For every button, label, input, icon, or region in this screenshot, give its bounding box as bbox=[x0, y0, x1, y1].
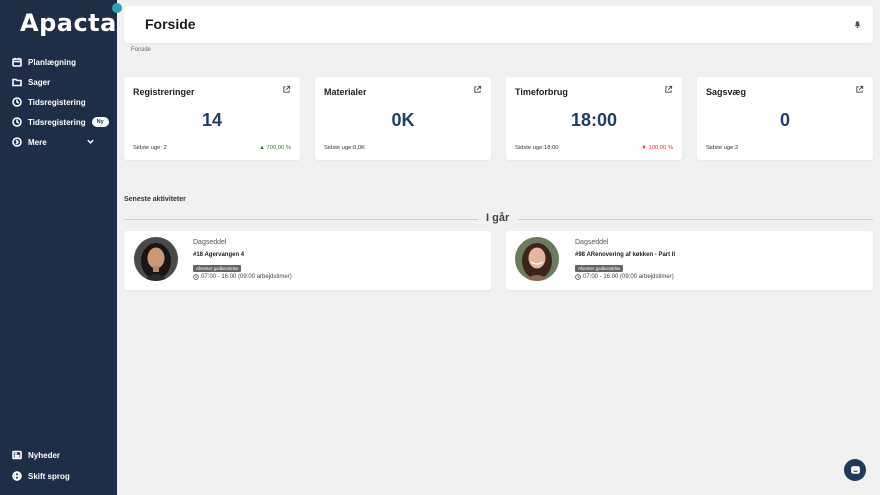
activity-time: 07:00 - 16:00 (09:00 arbejdstimer) bbox=[575, 274, 674, 280]
divider bbox=[124, 219, 478, 220]
newspaper-icon bbox=[12, 450, 22, 460]
card-value: 0K bbox=[391, 110, 415, 130]
sidebar-item-sager[interactable]: Sager bbox=[12, 74, 50, 90]
page-title: Forside bbox=[145, 16, 196, 32]
clock-icon bbox=[575, 274, 581, 280]
clock-icon bbox=[193, 274, 199, 280]
card-value: 14 bbox=[201, 110, 223, 130]
clock-icon bbox=[12, 97, 22, 107]
card-footer: Sidste uge:2 bbox=[706, 145, 739, 151]
avatar bbox=[515, 237, 559, 281]
activity-time-text: 07:00 - 16:00 (09:00 arbejdstimer) bbox=[583, 274, 674, 280]
sidebar-item-label: Nyheder bbox=[28, 450, 61, 460]
card-footer: Sidste uge:0,0K bbox=[324, 145, 365, 151]
card-sagsvaeg: Sagsvæg 0 Sidste uge:2 bbox=[697, 77, 873, 160]
clock-icon bbox=[12, 117, 22, 127]
sidebar-item-label: Skift sprog bbox=[28, 471, 70, 481]
external-link-icon[interactable] bbox=[282, 85, 291, 94]
activity-item[interactable]: Dagseddel #98 ARenovering af køkken - Pa… bbox=[506, 231, 873, 290]
activity-type: Dagseddel bbox=[193, 239, 227, 246]
card-change: ▲ 700,00 % bbox=[259, 145, 291, 151]
card-footer: Sidste uge: 2 bbox=[133, 145, 167, 151]
external-link-icon[interactable] bbox=[855, 85, 864, 94]
card-timeforbrug: Timeforbrug 18:00 Sidste uge:18:00 ▼ 100… bbox=[506, 77, 682, 160]
external-link-icon[interactable] bbox=[473, 85, 482, 94]
activity-type: Dagseddel bbox=[575, 239, 609, 246]
breadcrumb[interactable]: Forside bbox=[131, 47, 151, 53]
sidebar-item-label: Planlægning bbox=[28, 57, 76, 67]
external-link-icon[interactable] bbox=[664, 85, 673, 94]
card-footer: Sidste uge:18:00 bbox=[515, 145, 559, 151]
divider bbox=[518, 219, 873, 220]
sidebar-item-label: Sager bbox=[28, 77, 51, 87]
globe-icon bbox=[12, 471, 22, 481]
calendar-icon bbox=[12, 57, 22, 67]
sidebar-item-nyheder[interactable]: Nyheder bbox=[12, 447, 60, 463]
card-registreringer: Registreringer 14 Sidste uge: 2 ▲ 700,00… bbox=[124, 77, 300, 160]
activity-time-text: 07:00 - 16:00 (09:00 arbejdstimer) bbox=[201, 274, 292, 280]
day-label: I går bbox=[486, 212, 510, 224]
sidebar-item-mere[interactable]: Mere bbox=[12, 134, 107, 150]
card-title: Materialer bbox=[324, 87, 367, 97]
bell-icon[interactable] bbox=[853, 19, 862, 29]
chevron-down-icon[interactable] bbox=[86, 137, 95, 146]
card-materialer: Materialer 0K Sidste uge:0,0K bbox=[315, 77, 491, 160]
activity-time: 07:00 - 16:00 (09:00 arbejdstimer) bbox=[193, 274, 292, 280]
sidebar-item-tidsregistering[interactable]: Tidsregistering bbox=[12, 94, 86, 110]
card-change: ▼ 100,00 % bbox=[641, 145, 673, 151]
card-title: Registreringer bbox=[133, 87, 195, 97]
sidebar-item-label: Tidsregistering bbox=[28, 97, 86, 107]
activity-title[interactable]: #18 Agervangen 4 bbox=[193, 252, 244, 258]
sidebar-item-label: Mere bbox=[28, 137, 47, 147]
status-badge: Afventer godkendelse bbox=[193, 265, 242, 272]
sidebar-item-label: Tidsregistering bbox=[28, 117, 86, 127]
activity-title[interactable]: #98 ARenovering af køkken - Part II bbox=[575, 252, 675, 258]
page-header: Forside bbox=[124, 6, 873, 43]
card-value: 18:00 bbox=[570, 110, 618, 130]
avatar bbox=[134, 237, 178, 281]
sidebar-item-skift-sprog[interactable]: Skift sprog bbox=[12, 468, 70, 484]
arrow-circle-icon bbox=[12, 137, 22, 147]
status-badge: Afventer godkendelse bbox=[575, 265, 624, 272]
sidebar: Apacta Planlægning Sager Tidsregistering… bbox=[0, 0, 117, 495]
sidebar-item-planlaegning[interactable]: Planlægning bbox=[12, 54, 76, 70]
chat-button[interactable] bbox=[844, 459, 866, 481]
sidebar-item-tidsregistering-ny[interactable]: Tidsregistering Ny bbox=[12, 114, 109, 130]
sidebar-collapse-button[interactable] bbox=[112, 3, 122, 13]
card-value: 0 bbox=[779, 110, 790, 130]
folder-icon bbox=[12, 78, 22, 87]
chat-icon bbox=[850, 465, 860, 474]
card-title: Timeforbrug bbox=[515, 87, 568, 97]
activity-item[interactable]: Dagseddel #18 Agervangen 4 Afventer godk… bbox=[124, 231, 491, 290]
app-logo[interactable]: Apacta bbox=[20, 9, 117, 37]
card-title: Sagsvæg bbox=[706, 87, 747, 97]
new-badge: Ny bbox=[91, 117, 109, 127]
section-title: Seneste aktiviteter bbox=[124, 196, 186, 203]
